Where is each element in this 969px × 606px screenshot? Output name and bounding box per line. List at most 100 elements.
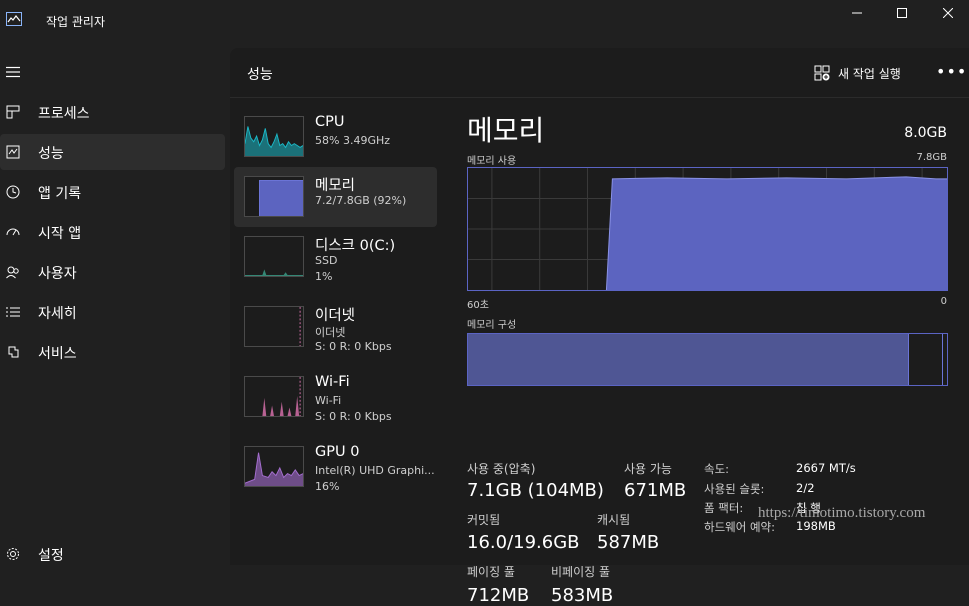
device-name: 메모리	[315, 178, 356, 194]
nav-item-performance[interactable]: 성능	[0, 134, 225, 170]
slots-value: 2/2	[796, 481, 815, 495]
app-title: 작업 관리자	[46, 15, 106, 29]
device-name: 이더넷	[315, 308, 356, 324]
device-detail: Wi-Fi	[315, 394, 342, 407]
graph-x-left-label: 60초	[467, 300, 489, 311]
nav-label: 시작 앱	[38, 226, 82, 242]
form-factor-label: 폼 팩터:	[704, 501, 744, 515]
users-icon	[5, 264, 21, 280]
nav-item-startup-apps[interactable]: 시작 앱	[0, 214, 225, 250]
graph-x-right-label: 0	[940, 296, 947, 307]
performance-icon	[5, 144, 21, 160]
ethernet-thumbnail-graph	[244, 306, 304, 347]
memory-detail-panel: 메모리 8.0GB 메모리 사용 7.8GB 60초 0 메모리 구성 사용 중…	[467, 99, 969, 606]
app-history-icon	[5, 184, 21, 200]
nonpaged-pool-label: 비페이징 풀	[551, 565, 611, 579]
main-header: 성능 새 작업 실행 •••	[230, 48, 969, 98]
nav-label: 성능	[38, 146, 64, 162]
committed-value: 16.0/19.6GB	[467, 532, 580, 553]
minimize-icon	[852, 12, 862, 14]
cached-label: 캐시됨	[597, 513, 631, 527]
nav-label: 앱 기록	[38, 186, 82, 202]
paged-pool-label: 페이징 풀	[467, 565, 515, 579]
available-label: 사용 가능	[624, 462, 672, 476]
speed-value: 2667 MT/s	[796, 461, 856, 475]
cpu-thumbnail-graph	[244, 116, 304, 157]
cached-value: 587MB	[597, 532, 660, 553]
nav-item-services[interactable]: 서비스	[0, 334, 225, 370]
segment-divider	[908, 334, 909, 385]
nav-item-app-history[interactable]: 앱 기록	[0, 174, 225, 210]
device-item-wifi[interactable]: Wi-Fi Wi-Fi S: 0 R: 0 Kbps	[234, 367, 437, 427]
run-new-task-button[interactable]: 새 작업 실행	[814, 63, 901, 83]
gear-icon	[5, 546, 21, 562]
wifi-thumbnail-graph	[244, 376, 304, 417]
title-bar: 작업 관리자	[0, 0, 969, 48]
device-name: GPU 0	[315, 444, 360, 460]
device-detail: 58% 3.49GHz	[315, 134, 391, 147]
maximize-icon	[897, 8, 907, 18]
device-detail: 7.2/7.8GB (92%)	[315, 194, 407, 207]
in-use-segment	[468, 334, 908, 385]
minimize-button[interactable]	[834, 0, 880, 26]
run-task-icon	[814, 65, 830, 81]
detail-title: 메모리	[467, 114, 545, 147]
device-detail: SSD	[315, 254, 338, 267]
services-icon	[5, 344, 21, 360]
nav-label: 자세히	[38, 306, 77, 322]
memory-composition-label: 메모리 구성	[467, 320, 517, 331]
nav-item-processes[interactable]: 프로세스	[0, 94, 225, 130]
memory-thumbnail-graph	[244, 176, 304, 217]
segment-divider	[942, 334, 943, 385]
close-button[interactable]	[925, 0, 969, 26]
device-item-gpu[interactable]: GPU 0 Intel(R) UHD Graphi... 16%	[234, 437, 437, 497]
available-value: 671MB	[624, 480, 687, 501]
device-name: Wi-Fi	[315, 374, 350, 390]
in-use-value: 7.1GB (104MB)	[467, 480, 604, 501]
device-item-cpu[interactable]: CPU 58% 3.49GHz	[234, 107, 437, 167]
task-manager-logo-icon	[6, 12, 22, 26]
speed-label: 속도:	[704, 462, 730, 476]
close-icon	[943, 8, 953, 18]
device-detail-2: S: 0 R: 0 Kbps	[315, 340, 392, 353]
details-icon	[5, 304, 21, 320]
device-detail: Intel(R) UHD Graphi...	[315, 464, 435, 477]
device-detail-2: 1%	[315, 270, 333, 283]
page-title: 성능	[247, 67, 273, 83]
settings-label: 설정	[38, 548, 64, 564]
startup-apps-icon	[5, 224, 21, 240]
sidebar: 프로세스 성능 앱 기록 시작 앱 사용자 자세히 서비스 설정	[0, 48, 230, 565]
processes-icon	[5, 104, 21, 120]
run-task-label: 새 작업 실행	[838, 66, 901, 81]
device-name: 디스크 0(C:)	[315, 238, 396, 254]
nav-label: 서비스	[38, 346, 77, 362]
device-detail: 이더넷	[315, 326, 346, 339]
device-name: CPU	[315, 114, 345, 130]
memory-usage-label: 메모리 사용	[467, 156, 517, 167]
memory-usage-max: 7.8GB	[916, 152, 947, 163]
gpu-thumbnail-graph	[244, 446, 304, 487]
nav-label: 사용자	[38, 266, 77, 282]
maximize-button[interactable]	[879, 0, 925, 26]
device-item-memory[interactable]: 메모리 7.2/7.8GB (92%)	[234, 167, 437, 227]
disk-thumbnail-graph	[244, 236, 304, 277]
device-list: CPU 58% 3.49GHz 메모리 7.2/7.8GB (92%) 디스크 …	[230, 99, 443, 565]
device-detail-2: S: 0 R: 0 Kbps	[315, 410, 392, 423]
slots-label: 사용된 슬롯:	[704, 482, 765, 496]
nav-item-details[interactable]: 자세히	[0, 294, 225, 330]
memory-usage-graph	[467, 167, 948, 291]
in-use-label: 사용 중(압축)	[467, 462, 536, 476]
nonpaged-pool-value: 583MB	[551, 585, 614, 606]
memory-total: 8.0GB	[904, 125, 947, 141]
device-item-disk[interactable]: 디스크 0(C:) SSD 1%	[234, 227, 437, 287]
device-item-ethernet[interactable]: 이더넷 이더넷 S: 0 R: 0 Kbps	[234, 297, 437, 357]
committed-label: 커밋됨	[467, 513, 501, 527]
more-options-button[interactable]: •••	[936, 62, 967, 81]
memory-composition-bar	[467, 333, 948, 386]
nav-label: 프로세스	[38, 106, 90, 122]
hamburger-menu-icon[interactable]	[6, 66, 20, 78]
nav-item-settings[interactable]: 설정	[0, 536, 225, 572]
device-detail-2: 16%	[315, 480, 340, 493]
nav-item-users[interactable]: 사용자	[0, 254, 225, 290]
paged-pool-value: 712MB	[467, 585, 530, 606]
